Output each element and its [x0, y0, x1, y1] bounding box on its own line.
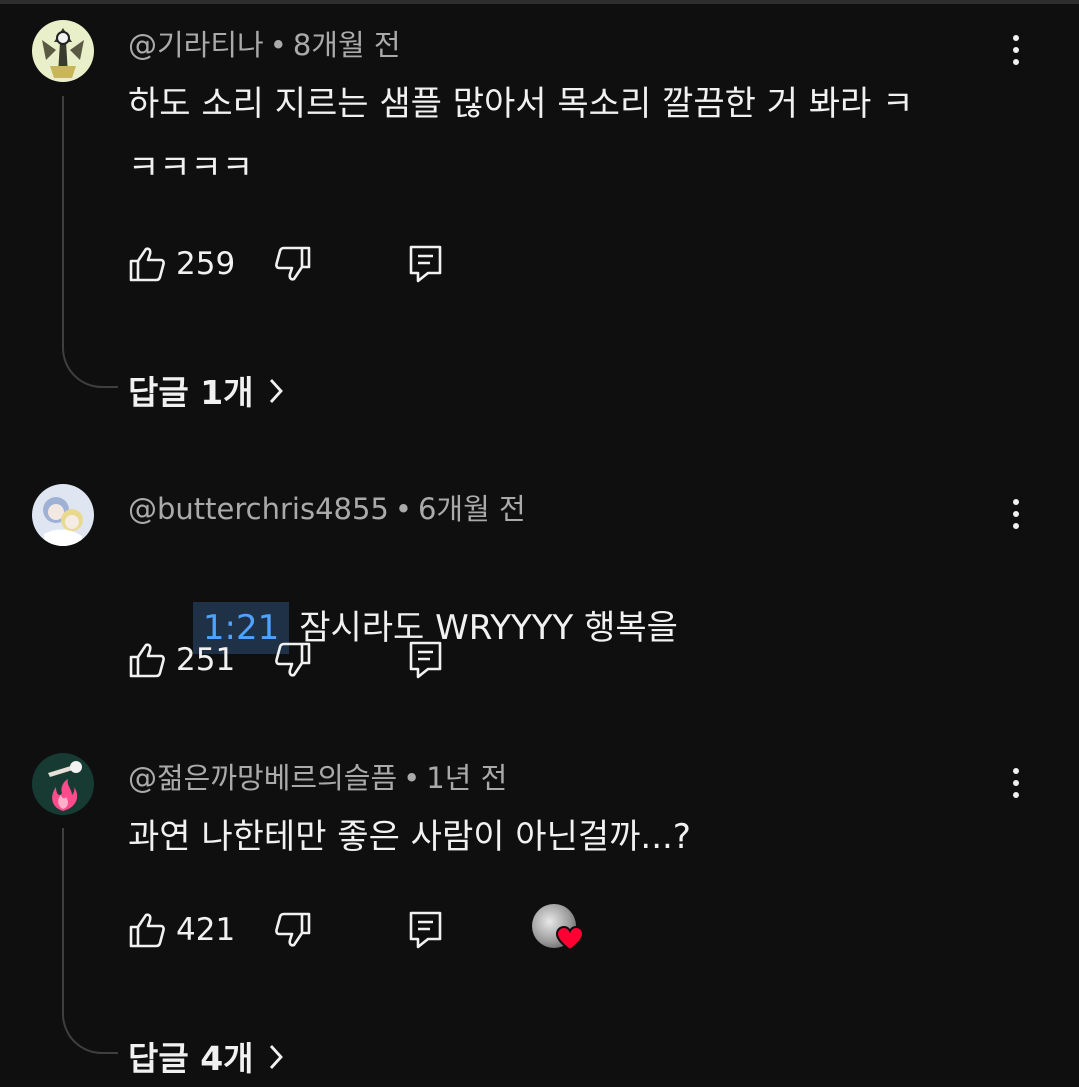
view-replies-button[interactable]: 답글 4개 — [128, 1032, 284, 1080]
comment-meta: @젊은까망베르의슬픔 • 1년 전 — [128, 755, 507, 797]
like-icon — [129, 643, 165, 678]
like-icon — [129, 247, 165, 282]
reply-button[interactable] — [408, 638, 444, 682]
reply-icon — [409, 245, 442, 283]
comment-meta: @butterchris4855 • 6개월 전 — [128, 486, 526, 528]
more-vert-icon[interactable] — [1000, 30, 1032, 70]
comments-page: @기라티나 • 8개월 전 하도 소리 지르는 샘플 많아서 목소리 깔끔한 거 봐… — [0, 0, 1079, 1087]
comment-actions: 251 — [128, 638, 928, 682]
avatar[interactable] — [32, 484, 94, 546]
dislike-icon — [275, 642, 311, 677]
comment-author[interactable]: @젊은까망베르의슬픔 — [128, 761, 397, 795]
comment-text: 과연 나한테만 좋은 사람이 아닌걸까...? — [128, 817, 691, 857]
comment-author[interactable]: @기라티나 — [128, 28, 264, 62]
top-divider — [0, 0, 1079, 4]
meta-separator: • — [403, 761, 421, 795]
heart-icon — [556, 926, 584, 952]
comment-time: 6개월 전 — [417, 492, 526, 526]
dislike-button[interactable] — [274, 638, 312, 682]
replies-label: 답글 1개 — [128, 373, 254, 412]
dislike-icon — [275, 912, 311, 947]
reply-button[interactable] — [408, 908, 444, 952]
chevron-right-icon — [269, 1045, 283, 1069]
like-count: 251 — [176, 642, 236, 678]
more-vert-icon[interactable] — [1000, 494, 1032, 534]
chevron-right-icon — [269, 379, 283, 403]
avatar[interactable] — [32, 20, 94, 82]
comment-meta: @기라티나 • 8개월 전 — [128, 22, 401, 64]
like-button[interactable]: 259 — [128, 242, 235, 286]
comment-time: 1년 전 — [426, 761, 508, 795]
meta-separator: • — [269, 28, 287, 62]
comment-author[interactable]: @butterchris4855 — [128, 492, 389, 526]
dislike-button[interactable] — [274, 242, 312, 286]
reply-icon — [409, 641, 442, 679]
more-vert-icon[interactable] — [1000, 763, 1032, 803]
like-icon — [129, 913, 165, 948]
comment-time: 8개월 전 — [292, 28, 401, 62]
view-replies-button[interactable]: 답글 1개 — [128, 366, 284, 414]
like-button[interactable]: 251 — [128, 638, 235, 682]
comment-text-row: 1:21 잠시라도 WRYYYY 행복을 — [128, 538, 1008, 718]
reply-button[interactable] — [408, 242, 444, 286]
thread-line — [62, 828, 118, 1054]
dislike-icon — [275, 246, 311, 281]
comment-text: 하도 소리 지르는 샘플 많아서 목소리 깔끔한 거 봐라 ㅋ ㅋㅋㅋㅋ — [128, 84, 914, 188]
like-count: 421 — [176, 912, 236, 948]
like-count: 259 — [176, 246, 236, 282]
meta-separator: • — [394, 492, 412, 526]
like-button[interactable]: 421 — [128, 908, 235, 952]
avatar[interactable] — [32, 753, 94, 815]
reply-icon — [409, 911, 442, 949]
comment-actions: 259 — [128, 242, 928, 286]
replies-label: 답글 4개 — [128, 1039, 254, 1078]
thread-line — [62, 96, 118, 388]
dislike-button[interactable] — [274, 908, 312, 952]
comment-actions: 421 — [128, 904, 928, 952]
